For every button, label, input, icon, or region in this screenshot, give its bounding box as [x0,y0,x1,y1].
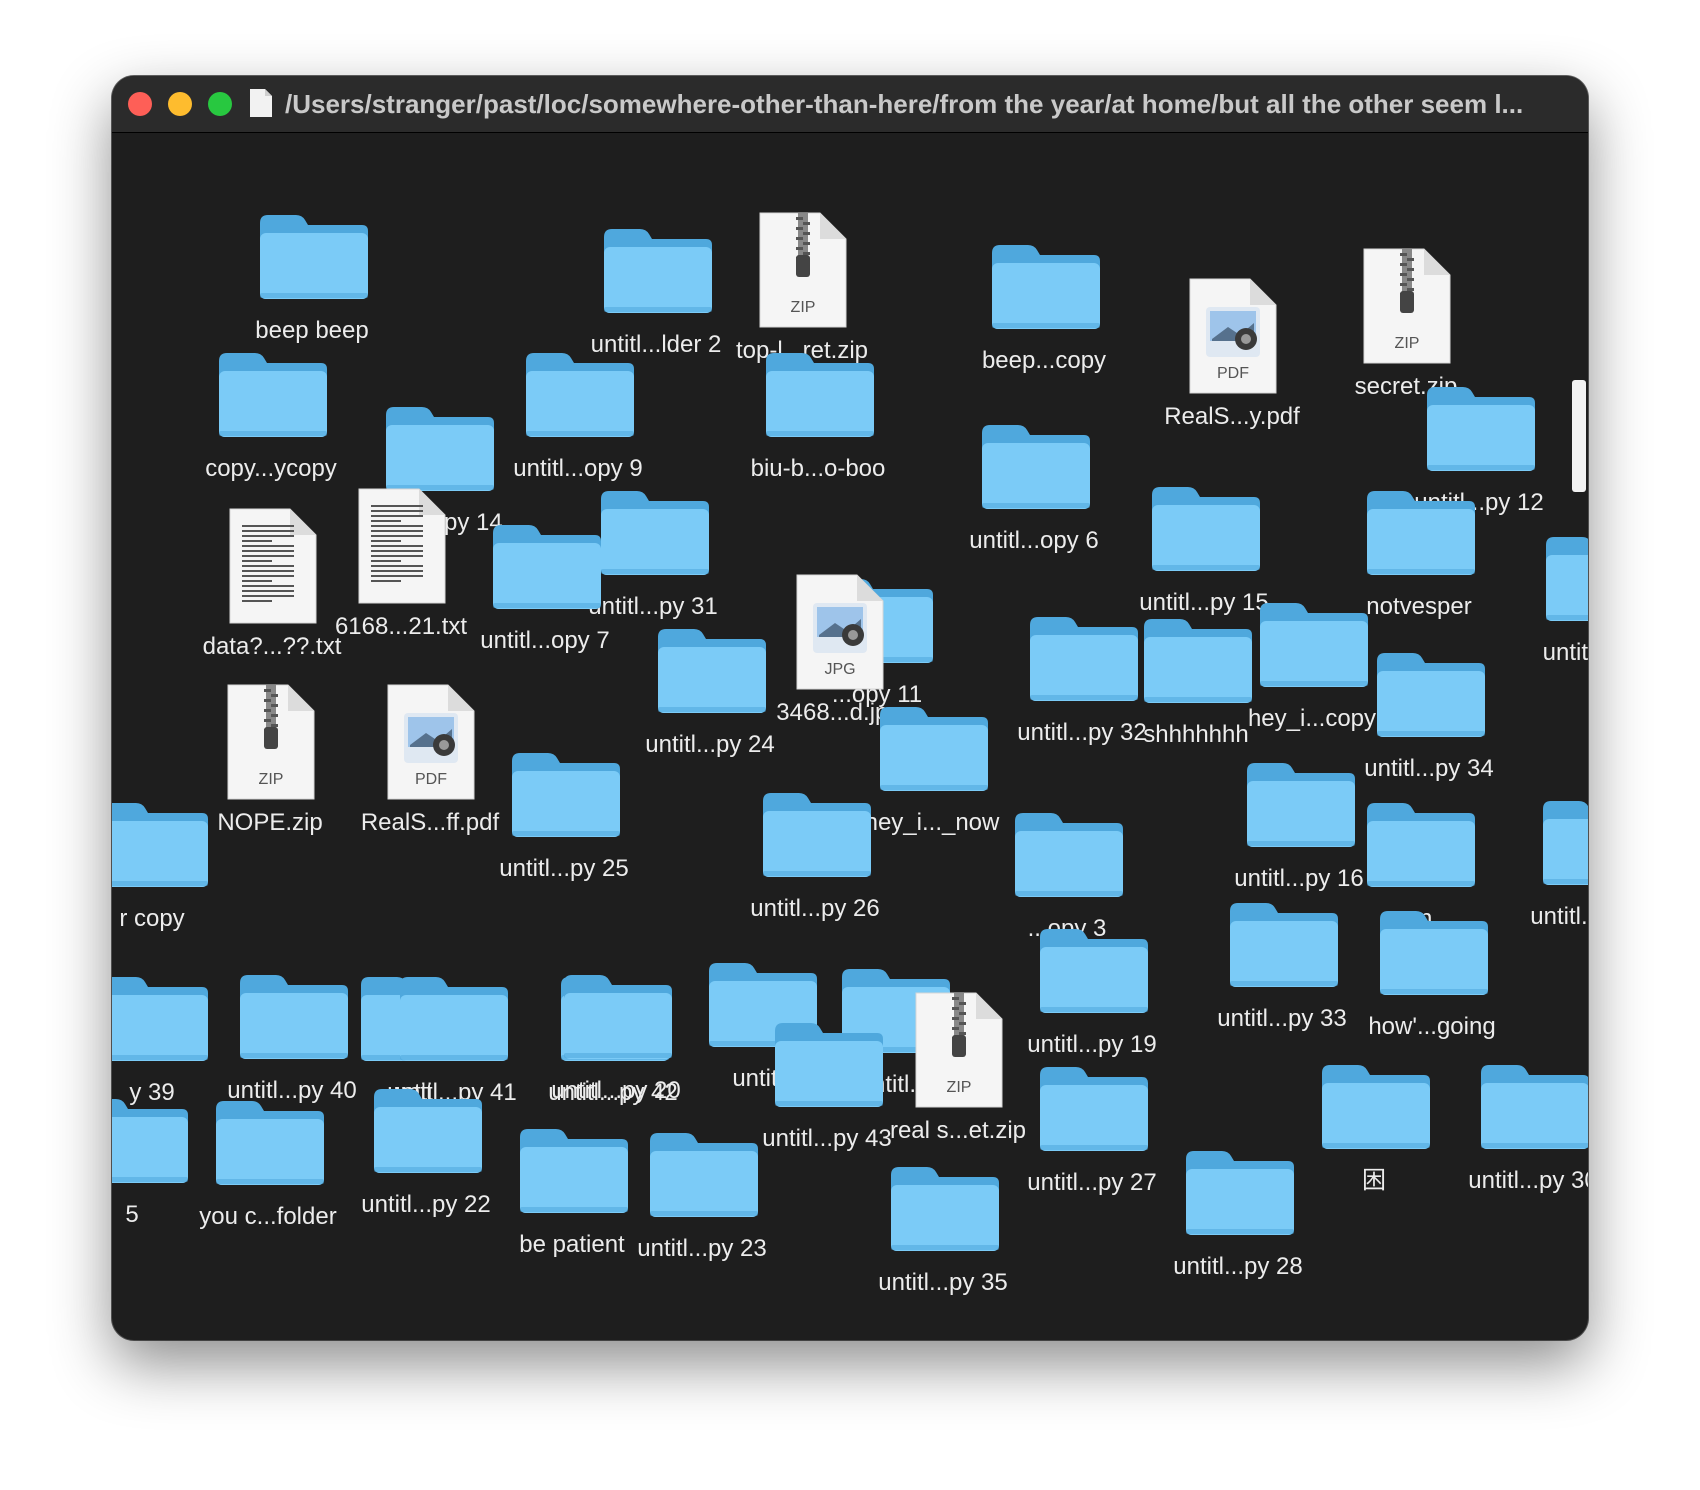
zip-file-icon: ZIP [758,211,848,334]
folder-icon [560,969,676,1066]
minimize-button[interactable] [168,92,192,116]
finder-window: /Users/stranger/past/loc/somewhere-other… [112,76,1588,1340]
folder-icon [1036,1061,1152,1158]
window-title: /Users/stranger/past/loc/somewhere-other… [285,89,1524,119]
folder-icon [887,1161,1003,1258]
file-name-label: r copy [119,905,185,932]
folder-icon [396,971,512,1068]
folder-icon [1539,795,1588,892]
folder-icon [1036,923,1152,1020]
document-icon [250,89,272,117]
file-name-label: untitl...py 28 [1173,1253,1303,1280]
file-name-label: how'...going [1368,1013,1496,1040]
file-name-label: beep beep [255,317,369,344]
folder-icon [1542,531,1588,628]
folder-icon [646,1127,762,1224]
folder-icon [1011,807,1127,904]
folder-icon [256,209,372,306]
folder-icon [1226,897,1342,994]
file-type-badge: ZIP [258,771,284,788]
file-name-label: untitl...py 30 [1468,1167,1588,1194]
file-name-label: untitl...py 20 [551,1077,681,1104]
folder-icon [212,1095,328,1192]
file-name-label: untitl...py 25 [499,855,629,882]
close-button[interactable] [128,92,152,116]
folder-icon [988,239,1104,336]
file-name-label: untitl...py 26 [750,895,880,922]
file-name-label: untitl...opy 7 [480,627,610,654]
pdf-file-icon: PDF [386,683,476,806]
folder-icon [654,623,770,720]
folder-icon [1318,1059,1434,1156]
folder-icon [1423,381,1539,478]
file-type-badge: ZIP [1394,335,1420,352]
folder-icon [1363,485,1479,582]
file-name-label: copy...ycopy [205,455,337,482]
folder-icon [762,347,878,444]
folder-icon [370,1083,486,1180]
folder-icon [1363,797,1479,894]
folder-icon [597,485,713,582]
folder-icon [516,1123,632,1220]
folder-icon [1256,597,1372,694]
folder-icon [1243,757,1359,854]
txt-file-icon [357,487,447,610]
title-bar[interactable]: /Users/stranger/past/loc/somewhere-other… [112,76,1588,133]
folder-icon [759,787,875,884]
file-name-label: beep...copy [981,347,1107,374]
zip-file-icon: ZIP [914,991,1004,1114]
folder-icon [1140,613,1256,710]
folder-icon [112,1093,192,1190]
file-type-badge: ZIP [946,1079,972,1096]
folder-icon [215,347,331,444]
file-name-label: biu-b...o-boo [750,455,886,482]
folder-icon [1148,481,1264,578]
file-type-badge: JPG [824,661,856,678]
folder-icon [522,347,638,444]
file-type-badge: PDF [415,771,447,788]
folder-icon [978,419,1094,516]
jpg-file-icon: JPG [795,573,885,696]
file-type-badge: PDF [1217,365,1249,382]
file-name-label: untitl...opy 6 [969,527,1099,554]
txt-file-icon [228,507,318,630]
folder-icon [771,1017,887,1114]
folder-icon [1477,1059,1588,1156]
folder-icon [876,701,992,798]
folder-icon [236,969,352,1066]
zoom-button[interactable] [208,92,232,116]
zip-file-icon: ZIP [1362,247,1452,370]
icon-view[interactable]: beep beep untitl...lder 2 ZIP top-l...ret.z… [112,133,1588,1340]
file-name-label: untitl...py 35 [878,1269,1008,1296]
file-name-label: untitl...py 23 [637,1235,767,1262]
pdf-file-icon: PDF [1188,277,1278,400]
file-type-badge: ZIP [790,299,816,316]
folder-icon [1026,611,1142,708]
folder-icon [508,747,624,844]
partial-document-icon [1572,380,1586,492]
folder-icon [489,519,605,616]
folder-icon [382,401,498,498]
folder-icon [600,223,716,320]
zip-file-icon: ZIP [226,683,316,806]
folder-icon [112,797,212,894]
folder-icon [112,971,212,1068]
folder-icon [1182,1145,1298,1242]
folder-icon [1376,905,1492,1002]
file-name-label: RealS...y.pdf [1164,403,1300,430]
folder-icon [1373,647,1489,744]
